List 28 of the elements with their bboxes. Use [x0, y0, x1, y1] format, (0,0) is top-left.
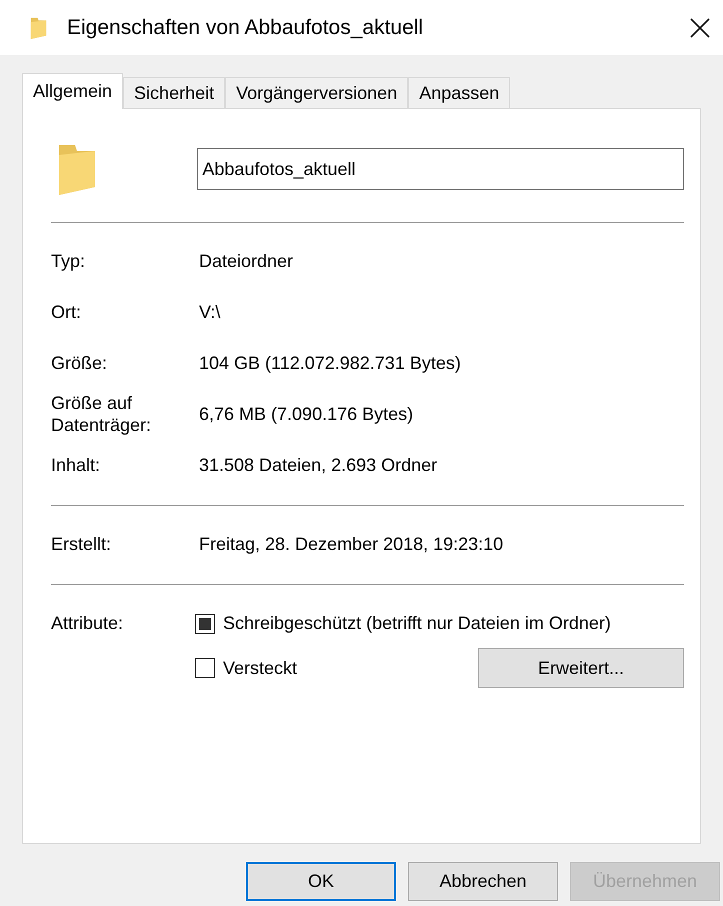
tab[interactable]: Vorgängerversionen: [225, 77, 408, 108]
property-label: Größe auf Datenträger:: [51, 392, 152, 436]
property-label: Größe:: [51, 352, 108, 374]
advanced-button[interactable]: Erweitert...: [478, 648, 684, 688]
checkbox[interactable]: [195, 658, 215, 678]
property-value: 104 GB (112.072.982.731 Bytes): [199, 353, 461, 374]
checkbox[interactable]: [195, 614, 215, 634]
property-value: Freitag, 28. Dezember 2018, 19:23:10: [199, 534, 504, 555]
property-value: 31.508 Dateien, 2.693 Ordner: [199, 455, 438, 476]
dialog-button[interactable]: OK: [246, 862, 396, 901]
property-value: V:\: [199, 302, 220, 323]
checkbox-label: Versteckt: [223, 658, 298, 678]
tab[interactable]: Allgemein: [22, 73, 124, 109]
tab[interactable]: Sicherheit: [123, 77, 226, 108]
dialog-button[interactable]: Abbrechen: [408, 862, 558, 901]
property-label: Ort:: [51, 302, 82, 324]
folder-icon: [30, 16, 47, 38]
close-icon[interactable]: [689, 16, 711, 38]
property-label: Erstellt:: [51, 534, 112, 556]
property-value: 6,76 MB (7.090.176 Bytes): [199, 404, 414, 425]
property-value: Dateiordner: [199, 251, 294, 272]
property-label: Typ:: [51, 250, 86, 272]
window-title: Eigenschaften von Abbaufotos_aktuell: [67, 16, 424, 40]
property-label: Inhalt:: [51, 454, 102, 476]
attributes-label: Attribute:: [51, 613, 124, 635]
name-field[interactable]: Abbaufotos_aktuell: [197, 148, 684, 190]
tab[interactable]: Anpassen: [408, 77, 510, 108]
checkbox-label: Schreibgeschützt (betrifft nur Dateien im Ordner): [223, 613, 611, 634]
